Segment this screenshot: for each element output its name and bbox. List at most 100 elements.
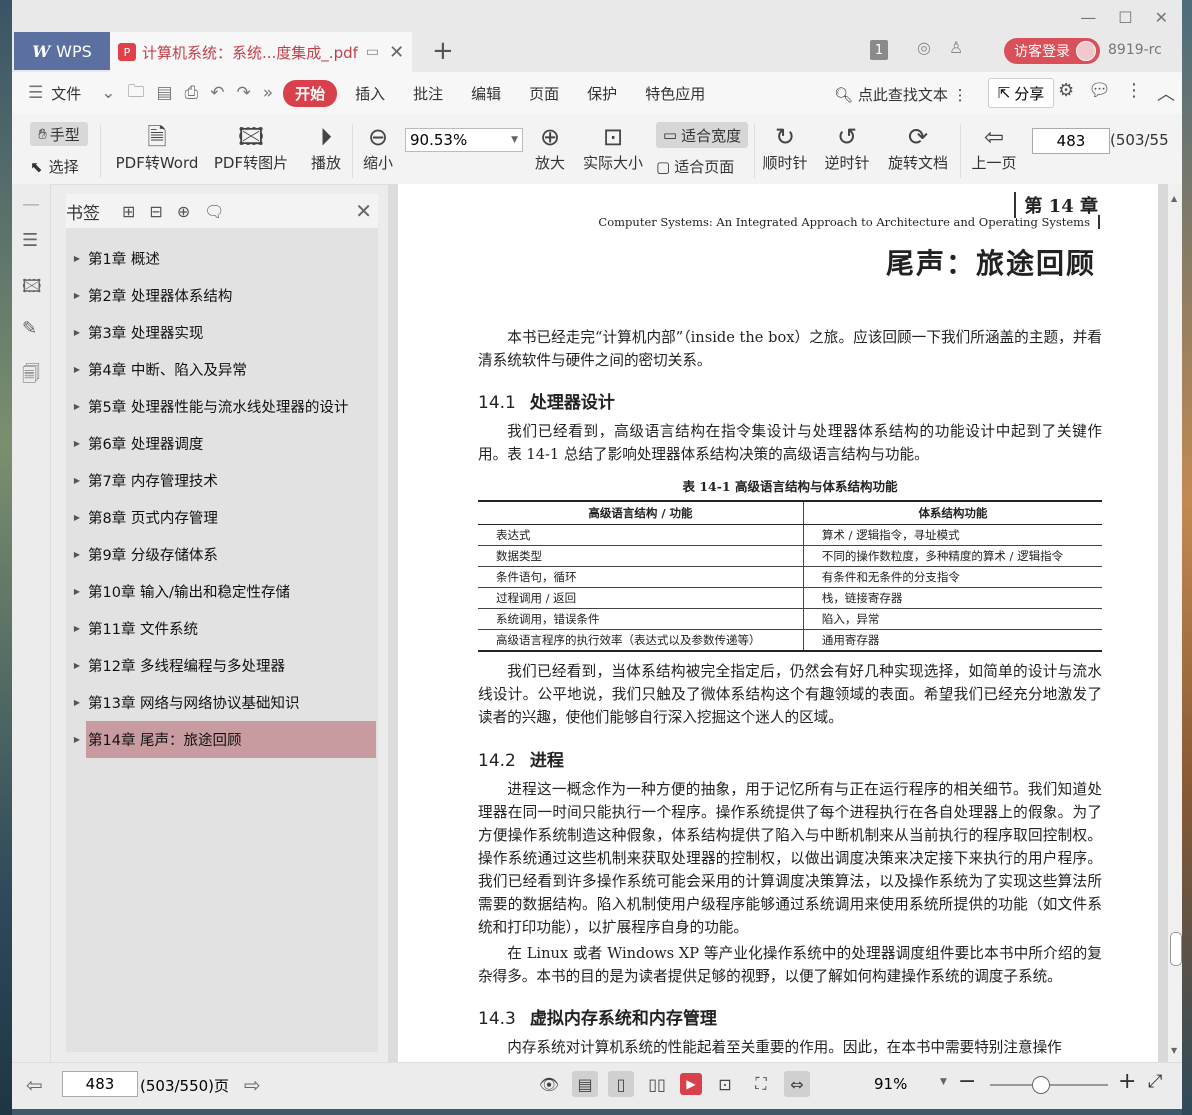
vertical-scrollbar[interactable]: ▲ ▼ <box>1168 184 1182 1062</box>
skin-icon[interactable]: ♙ <box>949 38 963 57</box>
bookmark-item[interactable]: ▶ 第12章 多线程编程与多处理器 <box>66 647 378 684</box>
previous-page-button[interactable]: ⇦ 上一页 <box>966 122 1022 173</box>
collapse-ribbon-icon[interactable]: ︿ <box>1157 80 1175 106</box>
undo-icon[interactable]: ↶ <box>204 83 230 103</box>
fit-page-status-icon[interactable]: ⛶ <box>748 1071 774 1097</box>
expand-triangle-icon[interactable]: ▶ <box>66 550 88 559</box>
bookmark-item[interactable]: ▶ 第5章 处理器性能与流水线处理器的设计 <box>66 388 378 425</box>
cloud-sync-icon[interactable]: ◎ <box>917 38 931 57</box>
annotation-icon[interactable]: ✎ <box>22 318 37 339</box>
guest-login-button[interactable]: 访客登录 <box>1004 38 1100 64</box>
thumbnail-icon[interactable]: 🖾 <box>22 274 42 304</box>
tab-start[interactable]: 开始 <box>283 79 338 107</box>
close-tab-icon[interactable]: ✕ <box>389 42 404 63</box>
expand-triangle-icon[interactable]: ▶ <box>66 476 88 485</box>
maximize-button[interactable]: ☐ <box>1118 8 1132 27</box>
comment-icon[interactable]: 💬︎ <box>1088 80 1111 106</box>
open-folder-icon[interactable]: 🗀 <box>122 79 151 108</box>
status-page-input[interactable]: 483 <box>62 1071 138 1097</box>
continuous-view-icon[interactable]: ▤ <box>572 1071 598 1097</box>
share-button[interactable]: ⇱ 分享 <box>988 78 1054 108</box>
expand-triangle-icon[interactable]: ▶ <box>66 402 88 411</box>
scroll-up-icon[interactable]: ▲ <box>1171 194 1177 203</box>
expand-triangle-icon[interactable]: ▶ <box>66 624 88 633</box>
find-text-button[interactable]: 🔍︎ 点此查找文本 ⋮ <box>834 84 968 105</box>
zoom-minus-button[interactable]: − <box>958 1069 976 1094</box>
next-page-arrow-icon[interactable]: ⇨ <box>244 1073 261 1097</box>
document-view[interactable]: 第 14 章 Computer Systems: An Integrated A… <box>398 184 1168 1062</box>
bookmark-item[interactable]: ▶ 第10章 输入/输出和稳定性存储 <box>66 573 378 610</box>
tab-special[interactable]: 特色应用 <box>631 83 719 104</box>
actual-size-button[interactable]: ⊡ 实际大小 <box>582 122 644 173</box>
previous-page-arrow-icon[interactable]: ⇦ <box>26 1073 43 1097</box>
expand-triangle-icon[interactable]: ▶ <box>66 254 88 263</box>
pdf-to-word-button[interactable]: 🗎 PDF转Word <box>112 122 202 173</box>
fit-width-status-icon[interactable]: ⇔ <box>784 1071 810 1097</box>
bookmark-item[interactable]: ▶ 第1章 概述 <box>66 240 378 277</box>
hand-tool-button[interactable]: ✋︎ 手型 <box>30 122 88 146</box>
expand-triangle-icon[interactable]: ▶ <box>66 698 88 707</box>
add-bookmark-icon[interactable]: ⊕ <box>177 202 190 221</box>
bookmark-item[interactable]: ▶ 第2章 处理器体系结构 <box>66 277 378 314</box>
expand-triangle-icon[interactable]: ▶ <box>66 328 88 337</box>
zoom-slider-handle[interactable] <box>1032 1076 1050 1094</box>
double-page-icon[interactable]: ▯▯ <box>644 1071 670 1097</box>
bookmark-panel-icon[interactable]: 🗐 <box>22 362 40 392</box>
single-page-icon[interactable]: ▯ <box>608 1071 634 1097</box>
zoom-select[interactable]: 90.53% ▼ <box>405 128 523 152</box>
bookmark-item[interactable]: ▶ 第3章 处理器实现 <box>66 314 378 351</box>
fit-width-button[interactable]: ▭ 适合宽度 <box>656 122 748 148</box>
wps-home-tab[interactable]: W WPS <box>14 32 110 70</box>
more-vertical-icon[interactable]: ⋮ <box>1125 80 1143 106</box>
select-tool-button[interactable]: ⬉ 选择 <box>30 156 79 177</box>
bookmark-options-icon[interactable]: 🗨 <box>204 202 224 221</box>
bookmark-item-selected[interactable]: ▶ 第14章 尾声：旅途回顾 <box>74 721 376 758</box>
new-tab-button[interactable]: + <box>432 36 454 66</box>
expand-triangle-icon[interactable]: ▶ <box>66 439 88 448</box>
scroll-down-icon[interactable]: ▼ <box>1171 1046 1177 1055</box>
rotate-counterclockwise-button[interactable]: ↺ 逆时针 <box>822 122 872 173</box>
bookmark-item[interactable]: ▶ 第8章 页式内存管理 <box>66 499 378 536</box>
tab-insert[interactable]: 插入 <box>341 83 399 104</box>
zoom-in-button[interactable]: ⊕ 放大 <box>530 122 570 173</box>
fit-page-button[interactable]: ▢ 适合页面 <box>656 156 734 177</box>
zoom-dropdown-icon[interactable]: ▼ <box>940 1077 947 1087</box>
window-count-badge[interactable]: 1 <box>870 40 888 60</box>
bookmark-item[interactable]: ▶ 第6章 处理器调度 <box>66 425 378 462</box>
panel-splitter[interactable] <box>388 184 398 1066</box>
scrollbar-thumb[interactable] <box>1170 932 1182 966</box>
minimize-button[interactable]: — <box>1080 8 1096 27</box>
bookmark-item[interactable]: ▶ 第4章 中断、陷入及异常 <box>66 351 378 388</box>
eye-protection-icon[interactable]: 👁︎ <box>536 1071 562 1097</box>
rotate-clockwise-button[interactable]: ↻ 顺时针 <box>760 122 810 173</box>
redo-icon[interactable]: ↷ <box>230 83 256 103</box>
chevron-down-icon[interactable]: ⌄ <box>95 83 121 103</box>
expand-triangle-icon[interactable]: ▶ <box>66 735 88 744</box>
document-tab[interactable]: P 计算机系统：系统...度集成_.pdf ▭ ✕ <box>110 32 412 72</box>
file-menu[interactable]: 文件 <box>49 83 95 104</box>
fullscreen-icon[interactable]: ⤢ <box>1148 1071 1162 1092</box>
bookmark-item[interactable]: ▶ 第13章 网络与网络协议基础知识 <box>66 684 378 721</box>
bookmark-item[interactable]: ▶ 第9章 分级存储体系 <box>66 536 378 573</box>
expand-all-icon[interactable]: ⊞ <box>122 202 135 221</box>
expand-triangle-icon[interactable]: ▶ <box>66 587 88 596</box>
expand-triangle-icon[interactable]: ▶ <box>66 291 88 300</box>
bookmark-item[interactable]: ▶ 第11章 文件系统 <box>66 610 378 647</box>
tab-edit[interactable]: 编辑 <box>457 83 515 104</box>
tab-protect[interactable]: 保护 <box>573 83 631 104</box>
tab-page[interactable]: 页面 <box>515 83 573 104</box>
status-zoom-value[interactable]: 91% <box>874 1075 907 1093</box>
play-button[interactable]: ⏵ 播放 <box>306 122 346 173</box>
play-slideshow-icon[interactable]: ▶ <box>680 1073 702 1095</box>
save-icon[interactable]: ▤ <box>151 83 179 103</box>
pdf-to-image-button[interactable]: 🖾 PDF转图片 <box>212 122 290 173</box>
outline-icon[interactable]: ☰ <box>22 230 38 251</box>
monitor-icon[interactable]: ▭ <box>366 44 379 60</box>
hamburger-menu-icon[interactable]: ☰ <box>22 83 49 103</box>
expand-triangle-icon[interactable]: ▶ <box>66 513 88 522</box>
expand-triangle-icon[interactable]: ▶ <box>66 365 88 374</box>
page-number-input[interactable]: 483 <box>1032 128 1110 154</box>
more-tools-icon[interactable]: » <box>257 83 279 103</box>
zoom-out-button[interactable]: ⊖ 缩小 <box>358 122 398 173</box>
actual-size-status-icon[interactable]: ⊡ <box>712 1071 738 1097</box>
